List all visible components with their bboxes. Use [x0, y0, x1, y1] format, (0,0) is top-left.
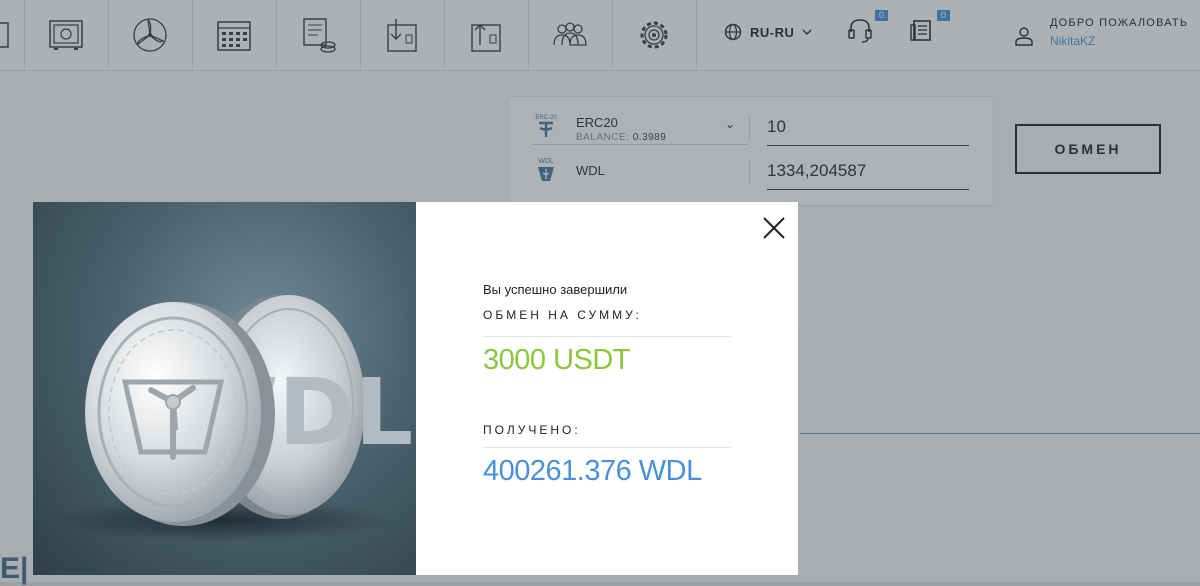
exchange-sum-value: 3000 USDT [483, 344, 631, 376]
received-label: ПОЛУЧЕНО: [483, 423, 581, 437]
received-value: 400261.376 WDL [483, 455, 702, 487]
success-modal: WDL Вы успешно завершили ОБМЕН НА СУММУ:… [33, 202, 798, 575]
exchange-sum-label: ОБМЕН НА СУММУ: [483, 308, 642, 322]
wdl-coins-illustration: WDL [53, 295, 413, 542]
coins-image: WDL [33, 202, 416, 575]
close-icon[interactable] [761, 215, 787, 241]
modal-content: Вы успешно завершили ОБМЕН НА СУММУ: 300… [416, 202, 798, 575]
divider [483, 336, 731, 337]
success-intro-text: Вы успешно завершили [483, 282, 628, 297]
divider [483, 447, 731, 448]
